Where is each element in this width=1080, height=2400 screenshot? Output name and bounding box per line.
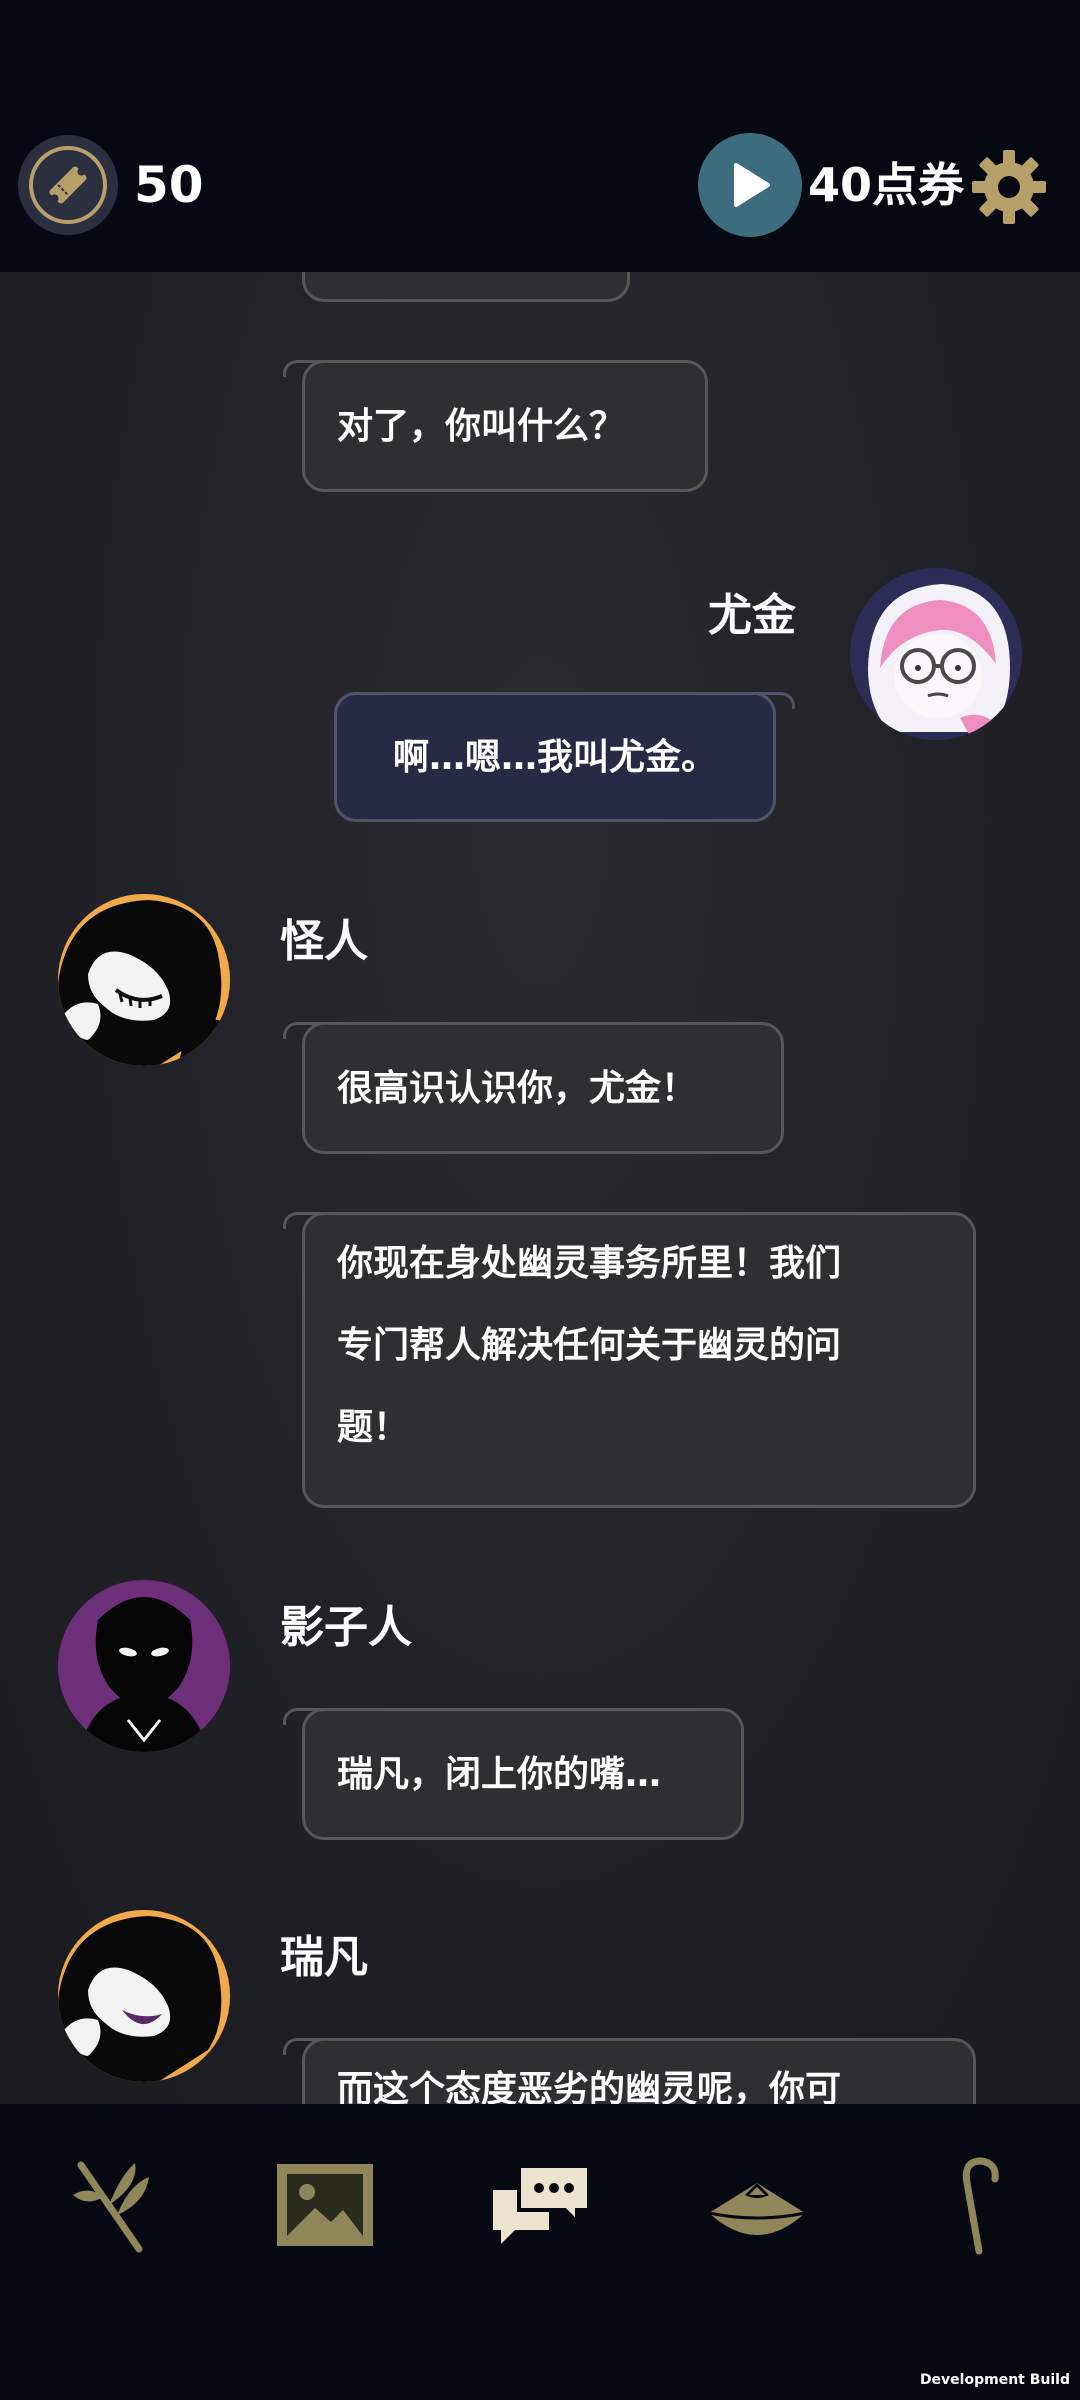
dev-build-label: Development Build — [919, 2372, 1070, 2388]
message-bubble-partial — [302, 272, 630, 302]
message-text: 很高识认识你，尤金！ — [337, 1068, 698, 1109]
message-text: 瑞凡，闭上你的嘴… — [337, 1754, 662, 1795]
hat-icon[interactable] — [702, 2150, 812, 2260]
message-bubble: 而这个态度恶劣的幽灵呢，你可 — [283, 2038, 976, 2104]
speaker-name: 瑞凡 — [280, 1932, 368, 1983]
gear-icon[interactable] — [970, 148, 1048, 226]
speaker-name: 尤金 — [708, 590, 796, 641]
message-text: 啊…嗯…我叫尤金。 — [392, 737, 717, 778]
weirdo-avatar — [58, 894, 230, 1066]
play-button[interactable] — [698, 133, 802, 237]
eugene-avatar — [850, 568, 1022, 740]
ruifan-avatar — [58, 1910, 230, 2082]
ticket-count: 50 — [134, 156, 204, 214]
shadow-man-avatar — [58, 1580, 230, 1752]
chat-log[interactable]: 对了，你叫什么？ 尤金 啊…嗯…我叫尤金。 怪人 很高识认识你，尤金！ 你现在身… — [0, 272, 1080, 2104]
message-bubble: 你现在身处幽灵事务所里！我们 专门帮人解决任何关于幽灵的问 题！ — [283, 1212, 976, 1508]
message-bubble: 瑞凡，闭上你的嘴… — [283, 1708, 744, 1840]
message-line: 题！ — [337, 1407, 410, 1448]
message-bubble: 很高识认识你，尤金！ — [283, 1022, 784, 1154]
gallery-icon[interactable] — [270, 2150, 380, 2260]
top-bar: 50 40点券 — [0, 0, 1080, 272]
ticket-icon[interactable] — [18, 135, 118, 235]
points-balance: 40点券 — [808, 158, 965, 212]
message-bubble: 对了，你叫什么？ — [283, 360, 708, 492]
message-line: 专门帮人解决任何关于幽灵的问 — [337, 1325, 842, 1366]
my-message-bubble: 啊…嗯…我叫尤金。 — [334, 692, 795, 822]
message-text: 对了，你叫什么？ — [337, 406, 626, 447]
message-line: 你现在身处幽灵事务所里！我们 — [337, 1243, 842, 1284]
play-icon — [734, 163, 770, 207]
speaker-name: 怪人 — [280, 916, 368, 967]
message-text: 而这个态度恶劣的幽灵呢，你可 — [337, 2069, 842, 2104]
branch-icon[interactable] — [54, 2150, 164, 2260]
speaker-name: 影子人 — [280, 1602, 412, 1653]
chat-icon[interactable] — [486, 2150, 596, 2260]
ticket-glyph — [49, 166, 87, 204]
bottom-nav: Development Build — [0, 2104, 1080, 2400]
cane-icon[interactable] — [918, 2150, 1028, 2260]
